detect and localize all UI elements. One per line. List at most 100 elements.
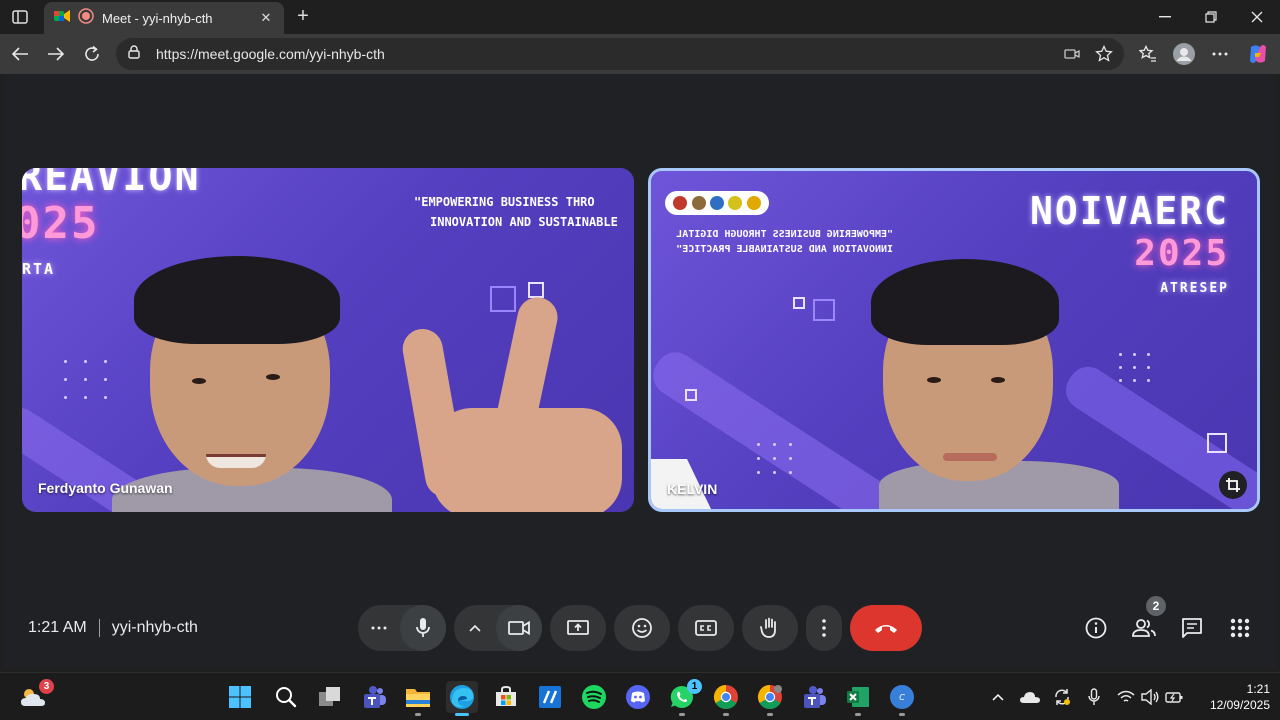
hand-icon [760, 617, 776, 638]
raise-hand-button[interactable] [742, 605, 798, 651]
file-explorer-app[interactable] [402, 681, 434, 716]
audio-options-button[interactable] [358, 626, 400, 630]
bg-tagline: "EMPOWERING BUSINESS THROUGH DIGITAL INN… [676, 227, 893, 257]
windows-logo-icon [229, 686, 251, 708]
favorites-icon[interactable] [1136, 42, 1160, 66]
search-button[interactable] [270, 681, 302, 713]
teams-icon [804, 686, 826, 708]
copilot-icon[interactable] [1246, 42, 1270, 66]
spotify-app[interactable] [578, 681, 610, 713]
start-button[interactable] [224, 681, 256, 713]
excel-app[interactable] [842, 681, 874, 716]
camera-button[interactable] [496, 605, 542, 651]
edge-icon [450, 685, 474, 709]
meeting-details-button[interactable] [1083, 615, 1109, 641]
participant-tile-active[interactable]: "EMPOWERING BUSINESS THROUGH DIGITAL INN… [648, 168, 1260, 512]
chrome-icon [757, 685, 782, 710]
teams-app[interactable] [358, 681, 390, 713]
divider [98, 619, 100, 637]
chat-icon [1182, 618, 1202, 638]
search-icon [276, 687, 297, 708]
more-options-icon[interactable] [1208, 42, 1232, 66]
microphone-tray-icon[interactable] [1084, 687, 1104, 707]
onedrive-icon[interactable] [1020, 687, 1040, 707]
canva-app[interactable]: C [886, 681, 918, 716]
microphone-button[interactable] [400, 605, 446, 651]
participant-tile[interactable]: REAVION 025 RTA "EMPOWERING BUSINESS THR… [22, 168, 634, 512]
reactions-button[interactable] [614, 605, 670, 651]
participant-count-badge: 2 [1146, 596, 1166, 616]
chrome-app-profile-1[interactable] [710, 681, 742, 716]
weather-widget[interactable]: 3 [16, 679, 54, 713]
emoji-icon [632, 618, 652, 638]
tab-close-icon[interactable]: ✕ [258, 10, 274, 26]
address-bar[interactable]: https://meet.google.com/yyi-nhyb-cth [116, 38, 1124, 70]
chrome-app-profile-2[interactable] [754, 681, 786, 716]
participant-name: KELVIN [667, 481, 718, 497]
meeting-code: yyi-nhyb-cth [111, 619, 198, 636]
vertical-dots-icon [822, 619, 826, 637]
hang-up-icon [875, 625, 897, 633]
sync-icon[interactable] [1052, 687, 1072, 707]
leave-call-button[interactable] [850, 605, 922, 651]
bg-title: NOIVAERC [1029, 189, 1229, 233]
code-editor-icon [539, 686, 561, 708]
forward-button[interactable] [44, 42, 68, 66]
restore-button[interactable] [1188, 0, 1234, 34]
show-hidden-icons-button[interactable] [988, 687, 1008, 707]
tab-actions-icon[interactable] [8, 6, 32, 28]
whatsapp-app[interactable]: 1 [666, 679, 702, 716]
back-button[interactable] [8, 42, 32, 66]
url-text[interactable]: https://meet.google.com/yyi-nhyb-cth [156, 46, 385, 62]
taskbar-clock[interactable]: 1:21 12/09/2025 [1210, 681, 1270, 713]
task-view-button[interactable] [314, 681, 346, 713]
browser-toolbar: https://meet.google.com/yyi-nhyb-cth [0, 34, 1280, 74]
bg-square [528, 282, 544, 298]
people-button[interactable] [1131, 615, 1157, 641]
sponsor-logos [665, 191, 769, 215]
task-view-icon [319, 687, 340, 706]
video-options-button[interactable] [454, 624, 496, 632]
site-info-icon[interactable] [126, 44, 142, 65]
favorite-star-icon[interactable] [1094, 44, 1114, 64]
crop-icon[interactable] [1219, 471, 1247, 499]
bg-tagline-line1: "EMPOWERING BUSINESS THRO [414, 195, 595, 209]
more-options-button[interactable] [806, 605, 842, 651]
weather-badge: 3 [39, 679, 54, 694]
browser-tab-bar: Meet - yyi-nhyb-cth ✕ + [0, 0, 1280, 34]
bg-role: ATRESEP [1160, 281, 1229, 296]
present-icon [567, 620, 589, 635]
wifi-icon[interactable] [1116, 687, 1136, 707]
battery-icon[interactable] [1164, 687, 1184, 707]
discord-app[interactable] [622, 681, 654, 713]
spotify-icon [582, 685, 606, 709]
camera-in-use-icon[interactable] [1062, 44, 1082, 64]
svg-text:C: C [899, 693, 905, 702]
minimize-button[interactable] [1142, 0, 1188, 34]
volume-icon[interactable] [1140, 687, 1160, 707]
present-screen-button[interactable] [550, 605, 606, 651]
bg-square [490, 286, 516, 312]
captions-button[interactable] [678, 605, 734, 651]
browser-tab-meet[interactable]: Meet - yyi-nhyb-cth ✕ [44, 2, 284, 34]
whatsapp-badge: 1 [687, 679, 702, 694]
chat-button[interactable] [1179, 615, 1205, 641]
taskbar-date: 12/09/2025 [1209, 698, 1270, 712]
refresh-button[interactable] [80, 42, 104, 66]
vscode-app[interactable] [534, 681, 566, 713]
close-window-button[interactable] [1234, 0, 1280, 34]
teams-work-app[interactable] [798, 681, 830, 713]
meet-favicon-icon [54, 9, 70, 28]
canva-icon: C [890, 685, 914, 709]
profile-avatar[interactable] [1172, 42, 1196, 66]
edge-app[interactable] [446, 681, 478, 716]
chevron-up-icon [469, 624, 481, 632]
activities-button[interactable] [1227, 615, 1253, 641]
chrome-icon [713, 685, 738, 710]
teams-icon [364, 686, 386, 708]
audio-control-group [358, 605, 446, 651]
microsoft-store-app[interactable] [490, 681, 522, 713]
excel-icon [847, 687, 869, 707]
new-tab-button[interactable]: + [292, 5, 314, 27]
bg-tagline: "EMPOWERING BUSINESS THRO INNOVATION AND… [414, 192, 618, 232]
